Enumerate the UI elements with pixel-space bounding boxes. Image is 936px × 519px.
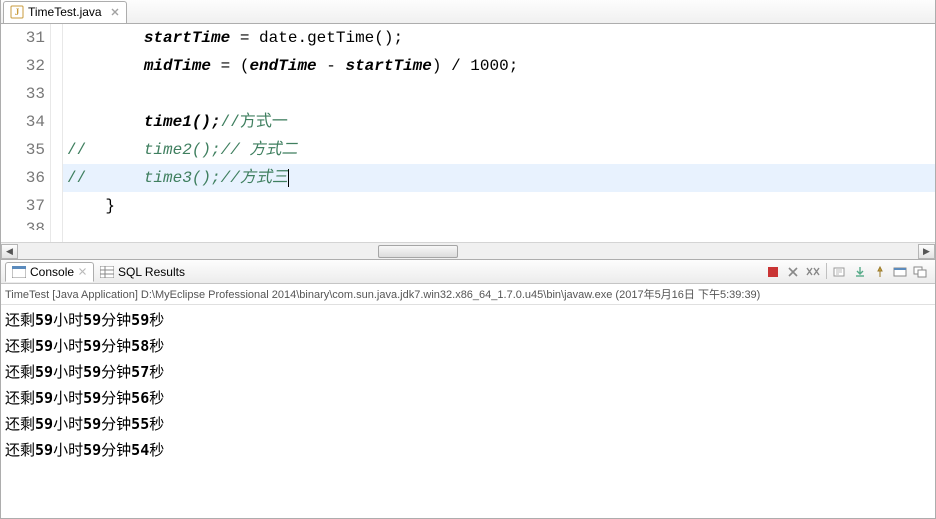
code-line[interactable]: // time3();//方式三: [63, 164, 935, 192]
editor-tab-timetest[interactable]: J TimeTest.java: [3, 1, 127, 23]
svg-text:J: J: [15, 7, 20, 17]
console-line: 还剩59小时59分钟57秒: [5, 359, 931, 385]
code-editor[interactable]: 3132333435363738 startTime = date.getTim…: [1, 24, 935, 242]
console-icon: [12, 266, 26, 278]
console-output[interactable]: 还剩59小时59分钟59秒还剩59小时59分钟58秒还剩59小时59分钟57秒还…: [1, 305, 935, 518]
tab-console-label: Console: [30, 265, 74, 279]
open-console-button[interactable]: [911, 263, 929, 281]
code-line[interactable]: time1();//方式一: [63, 108, 935, 136]
code-line[interactable]: }: [63, 192, 935, 220]
terminate-icon: [767, 266, 779, 278]
horizontal-scrollbar[interactable]: ◀ ▶: [1, 242, 935, 259]
code-line[interactable]: midTime = (endTime - startTime) / 1000;: [63, 52, 935, 80]
editor-tab-label: TimeTest.java: [28, 5, 102, 19]
scroll-lock-button[interactable]: [851, 263, 869, 281]
line-number: 36: [1, 164, 45, 192]
console-line: 还剩59小时59分钟58秒: [5, 333, 931, 359]
remove-launch-icon: [787, 266, 799, 278]
code-line[interactable]: [63, 80, 935, 108]
close-icon[interactable]: [110, 7, 120, 17]
console-line: 还剩59小时59分钟54秒: [5, 437, 931, 463]
console-tab-bar: Console SQL Results: [1, 260, 935, 284]
line-number: 32: [1, 52, 45, 80]
console-line: 还剩59小时59分钟56秒: [5, 385, 931, 411]
tab-console[interactable]: Console: [5, 262, 94, 282]
close-icon[interactable]: [78, 267, 87, 276]
tab-sql-label: SQL Results: [118, 265, 185, 279]
display-icon: [893, 266, 907, 278]
toolbar-separator: [826, 263, 827, 279]
code-body[interactable]: startTime = date.getTime(); midTime = (e…: [63, 24, 935, 242]
console-line: 还剩59小时59分钟55秒: [5, 411, 931, 437]
arrow-right-icon: ▶: [923, 246, 930, 257]
sql-results-icon: [100, 266, 114, 278]
scroll-right-button[interactable]: ▶: [918, 244, 935, 259]
scrollbar-track[interactable]: [18, 244, 918, 259]
fold-strip: [51, 24, 63, 242]
java-file-icon: J: [10, 5, 24, 19]
line-number: 34: [1, 108, 45, 136]
pin-console-button[interactable]: [871, 263, 889, 281]
tab-sql-results[interactable]: SQL Results: [94, 263, 191, 281]
console-toolbar: [764, 263, 935, 281]
line-number: 35: [1, 136, 45, 164]
editor-area: J TimeTest.java 3132333435363738 startTi…: [0, 0, 936, 260]
line-number: 38: [1, 220, 45, 230]
display-selected-console-button[interactable]: [891, 263, 909, 281]
scroll-left-button[interactable]: ◀: [1, 244, 18, 259]
scrollbar-thumb[interactable]: [378, 245, 458, 258]
pin-icon: [874, 266, 886, 278]
line-number-gutter: 3132333435363738: [1, 24, 51, 242]
line-number: 31: [1, 24, 45, 52]
clear-console-button[interactable]: [831, 263, 849, 281]
terminate-button[interactable]: [764, 263, 782, 281]
remove-launch-button[interactable]: [784, 263, 802, 281]
line-number: 37: [1, 192, 45, 220]
scroll-lock-icon: [854, 266, 866, 278]
console-line: 还剩59小时59分钟59秒: [5, 307, 931, 333]
remove-all-button[interactable]: [804, 263, 822, 281]
launch-info: TimeTest [Java Application] D:\MyEclipse…: [1, 284, 935, 305]
line-number: 33: [1, 80, 45, 108]
editor-tab-bar: J TimeTest.java: [1, 0, 935, 24]
console-panel: Console SQL Results: [0, 260, 936, 519]
code-line[interactable]: // time2();// 方式二: [63, 136, 935, 164]
clear-console-icon: [833, 266, 847, 278]
open-console-icon: [913, 266, 927, 278]
code-line[interactable]: startTime = date.getTime();: [63, 24, 935, 52]
arrow-left-icon: ◀: [6, 246, 13, 257]
remove-all-icon: [806, 266, 820, 278]
